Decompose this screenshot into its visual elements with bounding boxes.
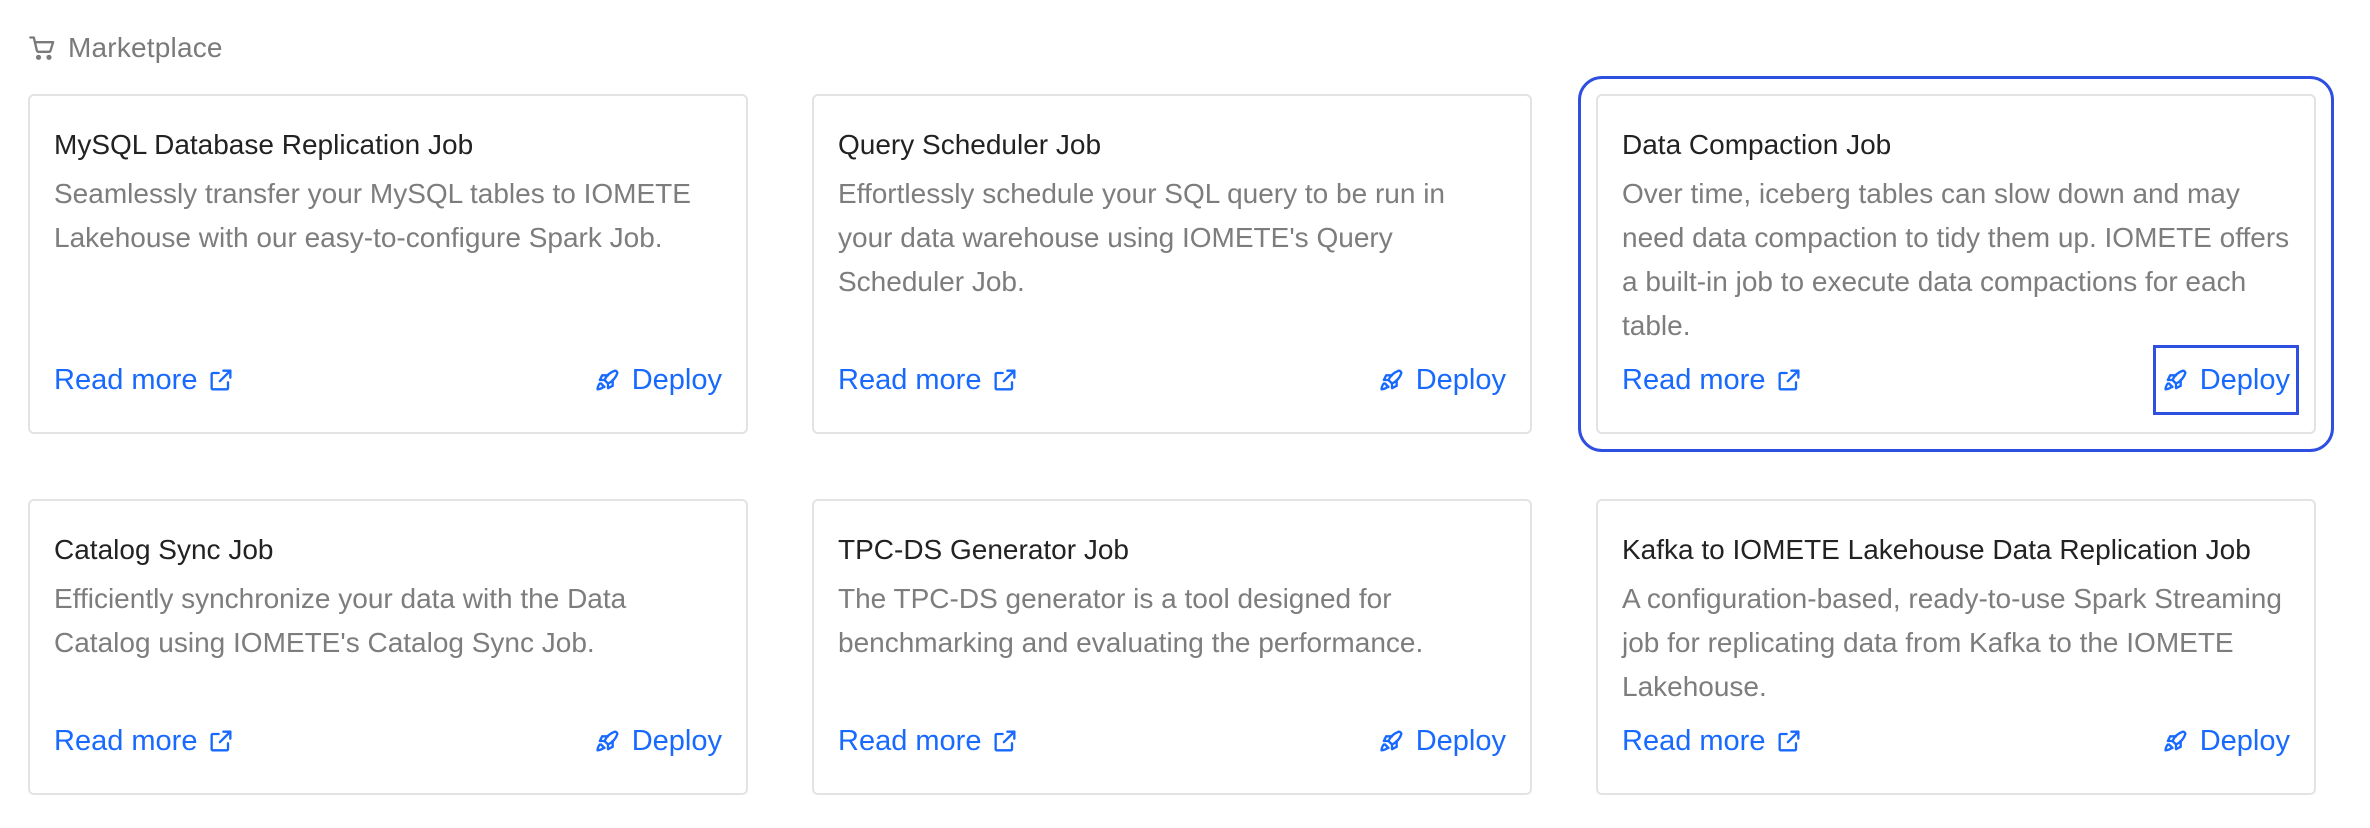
read-more-link[interactable]: Read more	[838, 721, 1019, 761]
card-description: A configuration-based, ready-to-use Spar…	[1622, 583, 2282, 702]
deploy-button[interactable]: Deploy	[1378, 715, 1506, 767]
card-title: Catalog Sync Job	[54, 534, 274, 565]
read-more-label: Read more	[54, 725, 198, 757]
deploy-button[interactable]: Deploy	[594, 354, 722, 406]
rocket-icon	[2162, 727, 2190, 755]
deploy-button[interactable]: Deploy	[1378, 354, 1506, 406]
card-footer: Read more Deploy	[54, 719, 722, 763]
page-title: Marketplace	[68, 32, 223, 63]
job-card-data-compaction: Data Compaction Job Over time, iceberg t…	[1578, 76, 2334, 452]
card-description: Efficiently synchronize your data with t…	[54, 583, 627, 658]
read-more-label: Read more	[838, 725, 982, 757]
card-title: TPC-DS Generator Job	[838, 534, 1129, 565]
card-description: Over time, iceberg tables can slow down …	[1622, 178, 2290, 341]
deploy-button[interactable]: Deploy	[2162, 715, 2290, 767]
job-card-query-scheduler: Query Scheduler Job Effortlessly schedul…	[812, 94, 1532, 434]
read-more-label: Read more	[54, 364, 198, 396]
rocket-icon	[1378, 366, 1406, 394]
card-title: MySQL Database Replication Job	[54, 129, 474, 160]
deploy-label: Deploy	[1415, 725, 1506, 757]
job-card-mysql-replication: MySQL Database Replication Job Seamlessl…	[28, 94, 748, 434]
card-footer: Read more Deploy	[838, 358, 1506, 402]
read-more-label: Read more	[838, 364, 982, 396]
external-link-icon	[1775, 727, 1803, 755]
page-header: Marketplace	[28, 28, 223, 68]
read-more-link[interactable]: Read more	[54, 360, 235, 400]
rocket-icon	[1378, 727, 1406, 755]
external-link-icon	[991, 727, 1019, 755]
read-more-label: Read more	[1622, 725, 1766, 757]
read-more-label: Read more	[1622, 364, 1766, 396]
shopping-cart-icon	[28, 34, 56, 62]
deploy-label: Deploy	[1415, 364, 1506, 396]
card-footer: Read more Deploy	[1622, 719, 2290, 763]
deploy-label: Deploy	[2199, 725, 2290, 757]
card-footer: Read more Deploy	[1622, 345, 2300, 415]
job-card-catalog-sync: Catalog Sync Job Efficiently synchronize…	[28, 499, 748, 795]
read-more-link[interactable]: Read more	[838, 360, 1019, 400]
job-card-kafka-replication: Kafka to IOMETE Lakehouse Data Replicati…	[1596, 499, 2316, 795]
deploy-label: Deploy	[631, 364, 722, 396]
deploy-button[interactable]: Deploy	[2152, 345, 2300, 415]
job-card-tpcds-generator: TPC-DS Generator Job The TPC-DS generato…	[812, 499, 1532, 795]
external-link-icon	[991, 366, 1019, 394]
read-more-link[interactable]: Read more	[1622, 360, 1803, 400]
deploy-button[interactable]: Deploy	[594, 715, 722, 767]
read-more-link[interactable]: Read more	[1622, 721, 1803, 761]
card-title: Data Compaction Job	[1622, 129, 1892, 160]
external-link-icon	[207, 366, 235, 394]
card-description: Effortlessly schedule your SQL query to …	[838, 178, 1445, 297]
read-more-link[interactable]: Read more	[54, 721, 235, 761]
deploy-label: Deploy	[631, 725, 722, 757]
rocket-icon	[594, 366, 622, 394]
card-title: Query Scheduler Job	[838, 129, 1102, 160]
external-link-icon	[1775, 366, 1803, 394]
card-title: Kafka to IOMETE Lakehouse Data Replicati…	[1622, 534, 2251, 565]
rocket-icon	[594, 727, 622, 755]
deploy-label: Deploy	[2199, 364, 2290, 396]
rocket-icon	[2162, 366, 2190, 394]
card-description: The TPC-DS generator is a tool designed …	[838, 583, 1424, 658]
external-link-icon	[207, 727, 235, 755]
card-footer: Read more Deploy	[54, 358, 722, 402]
card-description: Seamlessly transfer your MySQL tables to…	[54, 178, 691, 253]
marketplace-grid: MySQL Database Replication Job Seamlessl…	[28, 76, 2334, 795]
card-footer: Read more Deploy	[838, 719, 1506, 763]
